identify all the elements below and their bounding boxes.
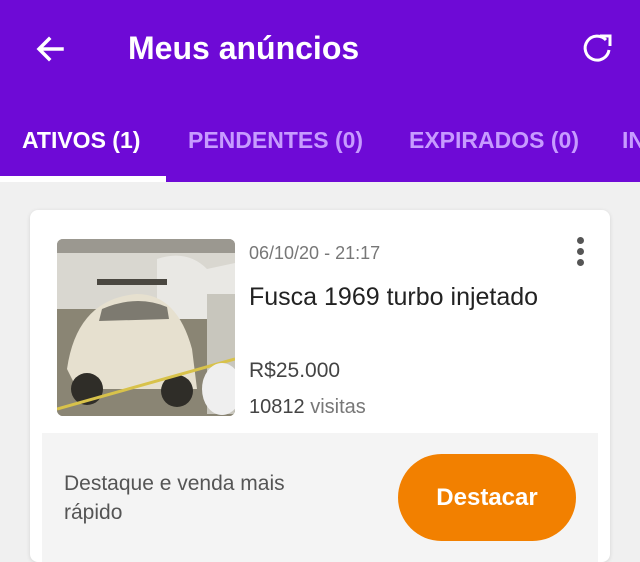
visits-label: visitas xyxy=(310,396,366,418)
promo-text: Destaque e venda mais rápido xyxy=(64,472,285,524)
tab-indicator xyxy=(0,176,166,182)
listing-thumbnail[interactable] xyxy=(57,239,235,416)
page-title: Meus anúncios xyxy=(128,30,360,66)
listing-date: 06/10/20 - 21:17 xyxy=(249,243,381,263)
destacar-button[interactable]: Destacar xyxy=(398,454,576,541)
listing-card[interactable]: 06/10/20 - 21:17 Fusca 1969 turbo injeta… xyxy=(30,210,610,562)
tab-ativos[interactable]: ATIVOS (1) xyxy=(22,126,140,154)
more-vertical-icon[interactable] xyxy=(568,234,592,270)
tab-pendentes[interactable]: PENDENTES (0) xyxy=(188,126,363,154)
refresh-icon[interactable] xyxy=(576,28,620,68)
visits-count: 10812 xyxy=(249,396,305,418)
promo-section: Destaque e venda mais rápido Destacar xyxy=(42,433,598,562)
listing-visits: 10812 visitas xyxy=(249,394,366,420)
listing-title[interactable]: Fusca 1969 turbo injetado xyxy=(249,278,569,316)
tab-expirados[interactable]: EXPIRADOS (0) xyxy=(409,126,579,154)
listing-price: R$25.000 xyxy=(249,359,341,382)
tab-bar: ATIVOS (1) PENDENTES (0) EXPIRADOS (0) I… xyxy=(0,110,640,182)
app-bar: Meus anúncios ATIVOS (1) PENDENTES (0) E… xyxy=(0,0,640,182)
back-arrow-icon[interactable] xyxy=(28,28,72,72)
tab-inativos[interactable]: IN xyxy=(622,126,640,154)
